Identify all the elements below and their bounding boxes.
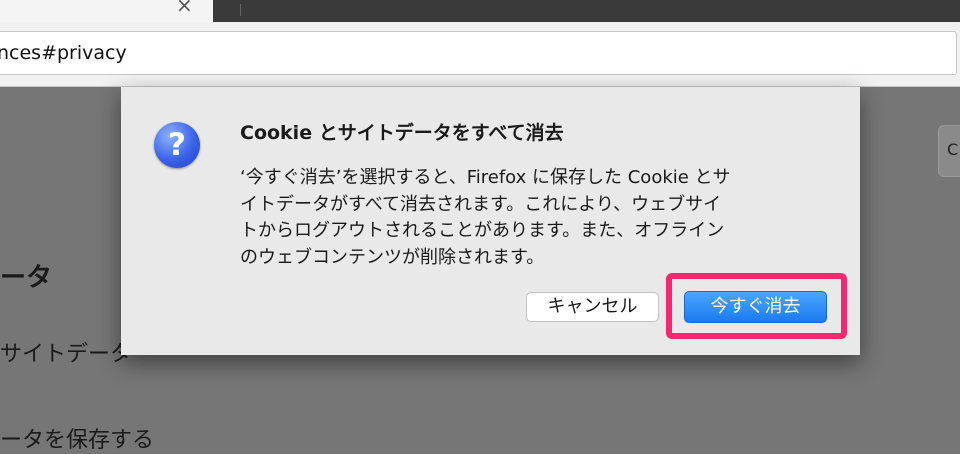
active-tab[interactable]: × <box>0 0 213 22</box>
tab-divider <box>240 4 241 16</box>
dialog-title: Cookie とサイトデータをすべて消去 <box>240 122 564 144</box>
clear-data-dialog: ? Cookie とサイトデータをすべて消去 ‘今すぐ消去’を選択すると、Fir… <box>121 87 860 355</box>
question-icon: ? <box>154 122 200 168</box>
section-text: サイトデータ <box>0 342 133 367</box>
clear-now-button[interactable]: 今すぐ消去 <box>684 291 827 323</box>
dialog-message-line: のウェブコンテンツが削除されます。 <box>240 246 545 268</box>
dialog-message-line: トからログアウトされることがあります。また、オフライン <box>240 220 725 241</box>
section-heading: ータ <box>0 263 53 293</box>
tab-strip: × <box>0 0 960 22</box>
background-button: C <box>938 125 960 177</box>
address-bar[interactable]: nces#privacy <box>0 31 957 75</box>
cancel-button[interactable]: キャンセル <box>526 292 659 322</box>
section-option: ータを保存する <box>0 428 155 453</box>
dialog-message-line: ‘今すぐ消去’を選択すると、Firefox に保存した Cookie とサ <box>240 167 731 188</box>
navigation-bar: nces#privacy <box>0 22 960 87</box>
dialog-message: ‘今すぐ消去’を選択すると、Firefox に保存した Cookie とサ イト… <box>240 165 840 271</box>
dialog-message-line: イトデータがすべて消去されます。これにより、ウェブサイ <box>240 193 722 215</box>
url-text: nces#privacy <box>0 42 127 64</box>
background-button-label: C <box>947 140 959 159</box>
close-tab-icon[interactable]: × <box>176 0 193 17</box>
